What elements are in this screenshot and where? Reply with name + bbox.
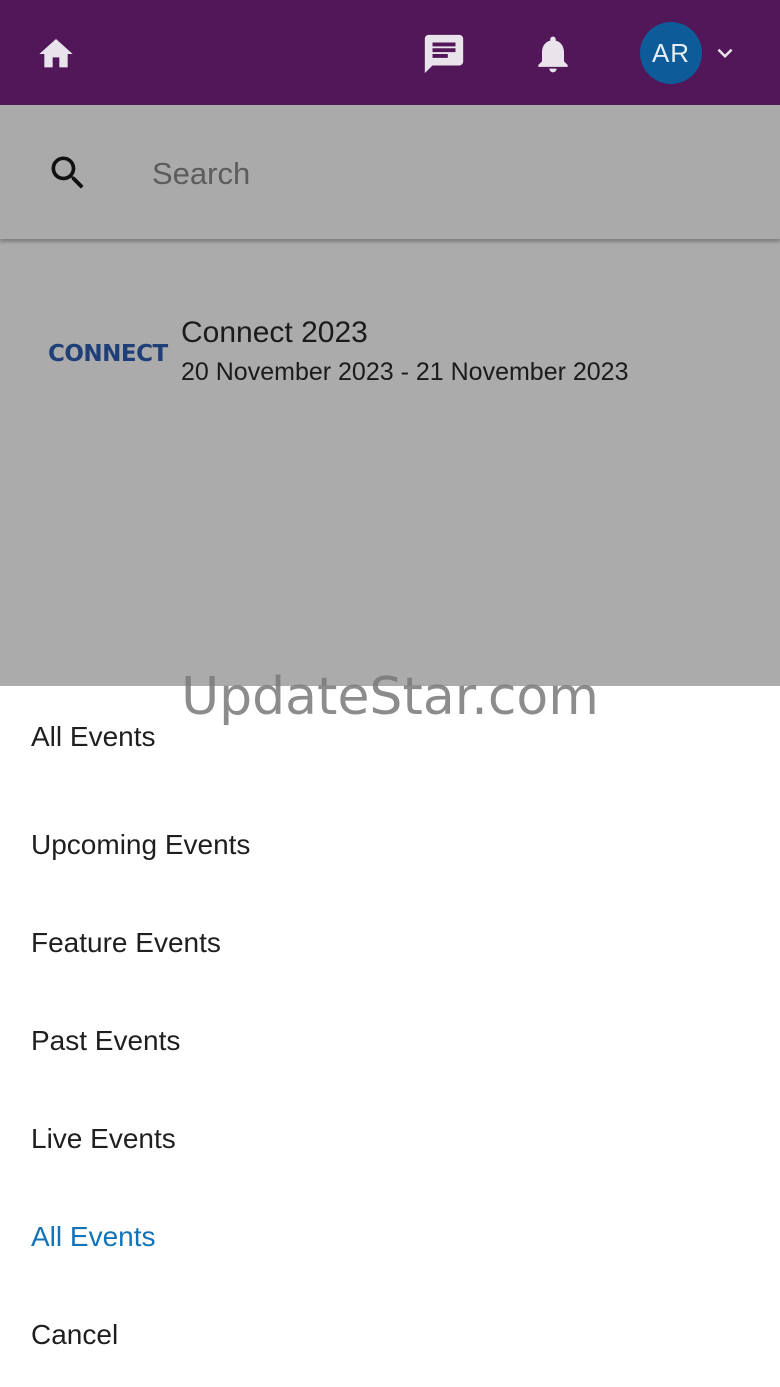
option-all-events-selected[interactable]: All Events — [31, 1221, 156, 1253]
home-icon[interactable] — [30, 28, 82, 80]
option-feature-events[interactable]: Feature Events — [31, 927, 221, 959]
event-title[interactable]: Connect 2023 — [181, 316, 368, 350]
bell-icon[interactable] — [526, 26, 580, 82]
option-upcoming-events[interactable]: Upcoming Events — [31, 829, 250, 861]
avatar[interactable]: AR — [640, 22, 702, 84]
event-dates: 20 November 2023 - 21 November 2023 — [181, 358, 629, 386]
avatar-initials: AR — [651, 37, 691, 68]
chevron-down-icon[interactable] — [708, 36, 742, 70]
option-live-events[interactable]: Live Events — [31, 1123, 176, 1155]
chat-icon[interactable] — [416, 26, 472, 82]
cancel-button[interactable]: Cancel — [31, 1319, 118, 1351]
search-input[interactable] — [150, 146, 714, 202]
option-all-events[interactable]: All Events — [31, 721, 156, 753]
app-header: AR — [0, 0, 780, 105]
search-icon[interactable] — [46, 151, 90, 195]
filter-bottom-sheet: All Events Upcoming Events Feature Event… — [0, 686, 780, 1387]
option-past-events[interactable]: Past Events — [31, 1025, 180, 1057]
event-logo: CONNECT — [48, 341, 168, 367]
